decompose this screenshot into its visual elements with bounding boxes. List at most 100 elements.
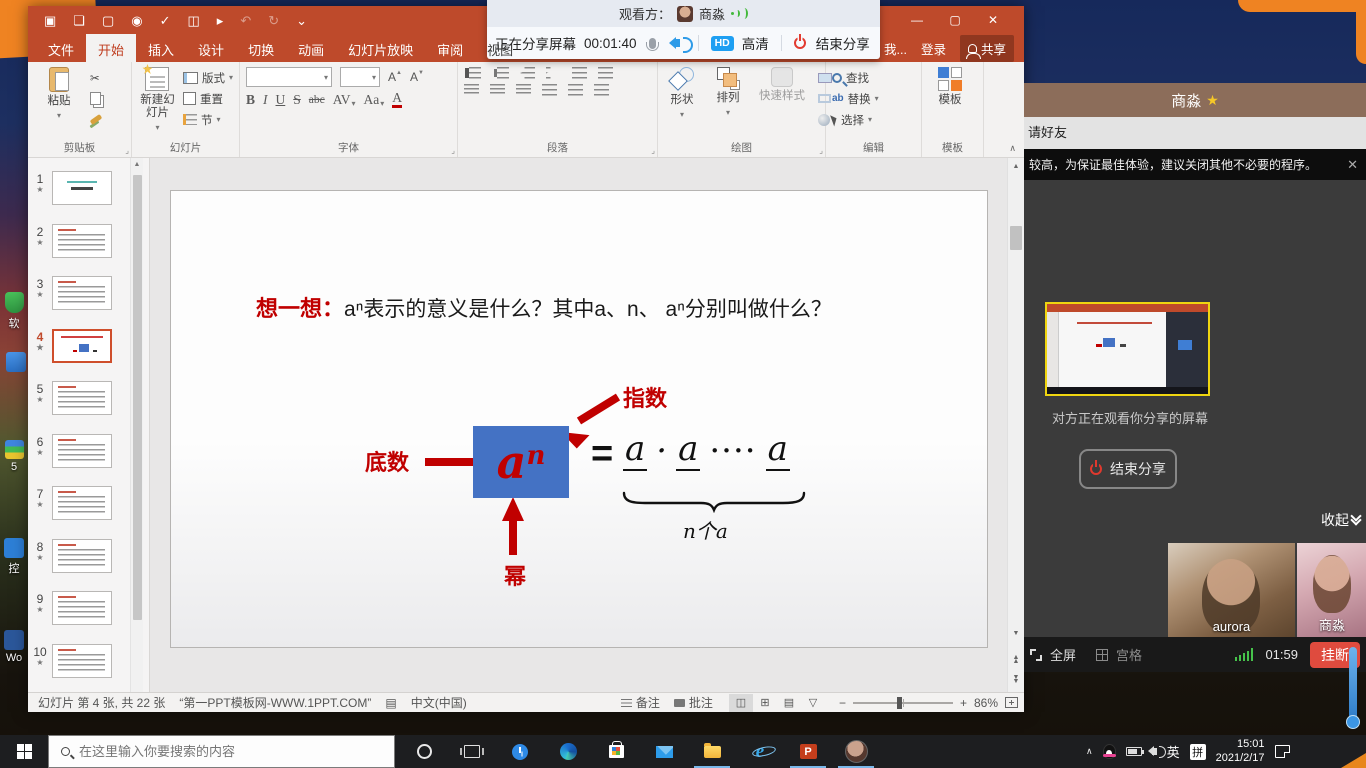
taskbar-clock[interactable]: 15:01 2021/2/17 xyxy=(1216,738,1265,766)
label-power[interactable]: 幂 xyxy=(504,559,526,591)
paste-button[interactable]: 粘贴 ▾ xyxy=(34,67,84,141)
label-base[interactable]: 底数 xyxy=(365,445,409,477)
slide-question-text[interactable]: 想一想：aⁿ表示的意义是什么？其中a、n、 aⁿ分别叫做什么？ xyxy=(256,291,832,323)
previous-slide-button[interactable]: ▲▲ xyxy=(1008,656,1024,664)
slide-thumbnail-image[interactable] xyxy=(52,171,112,205)
arrange-button[interactable]: 排列 ▾ xyxy=(710,67,746,117)
video-tile-shangmiao[interactable]: 商淼 xyxy=(1297,543,1366,637)
customize-qat-icon[interactable]: ⌄ xyxy=(296,14,307,27)
close-notice-icon[interactable]: ✕ xyxy=(1347,157,1358,173)
collapse-ribbon-button[interactable]: ∧ xyxy=(1009,143,1016,154)
slide-thumbnail-image[interactable] xyxy=(52,276,112,310)
minimize-button[interactable]: — xyxy=(898,6,936,34)
dialog-launcher-icon[interactable]: ⌟ xyxy=(651,146,655,155)
equals-sign[interactable]: = xyxy=(591,433,613,476)
tab-review[interactable]: 审阅 xyxy=(425,34,475,62)
numbering-button[interactable] xyxy=(497,67,509,79)
comments-button[interactable]: 批注 xyxy=(674,694,713,711)
microphone-icon[interactable] xyxy=(649,38,656,49)
change-case-button[interactable]: Aa▾ xyxy=(364,92,385,108)
slide-canvas[interactable]: 想一想：aⁿ表示的意义是什么？其中a、n、 aⁿ分别叫做什么？ an 底数 xyxy=(170,190,988,648)
normal-view-button[interactable]: ◫ xyxy=(729,694,753,712)
invite-friends-row[interactable]: 请好友 xyxy=(1024,117,1366,149)
collapse-videos-button[interactable]: 收起 xyxy=(1321,510,1360,530)
grid-view-button[interactable]: 宫格 xyxy=(1116,645,1142,664)
action-center-icon[interactable] xyxy=(1275,745,1290,758)
brace-label[interactable]: n个a xyxy=(683,515,728,544)
align-right-button[interactable] xyxy=(516,84,531,96)
power-expression-box[interactable]: an xyxy=(473,426,569,498)
bold-button[interactable]: B xyxy=(246,92,255,108)
notes-button[interactable]: 备注 xyxy=(621,694,660,711)
share-button[interactable]: 共享 xyxy=(960,35,1014,62)
slide-thumbnail-image[interactable] xyxy=(52,224,112,258)
label-exponent[interactable]: 指数 xyxy=(623,381,667,413)
new-file-icon[interactable]: ▢ xyxy=(102,14,114,27)
align-center-button[interactable] xyxy=(490,84,505,96)
select-button[interactable]: 选择▾ xyxy=(832,111,879,128)
end-share-button-sidebar[interactable]: 结束分享 xyxy=(1079,449,1177,489)
fit-to-window-button[interactable] xyxy=(1005,697,1018,708)
language-indicator[interactable]: 中文(中国) xyxy=(411,694,467,711)
format-painter-button[interactable] xyxy=(90,111,102,128)
justify-button[interactable] xyxy=(542,84,557,96)
taskbar-meeting-app[interactable] xyxy=(834,735,878,768)
ime-language-button[interactable]: 英 xyxy=(1167,742,1180,761)
qq-icon[interactable] xyxy=(1103,744,1116,759)
taskbar-search[interactable] xyxy=(48,735,395,768)
speaker-icon[interactable] xyxy=(674,39,680,47)
redo-icon[interactable]: ↻ xyxy=(268,14,279,27)
slide-thumbnail-image[interactable] xyxy=(52,486,112,520)
next-slide-button[interactable]: ▼▼ xyxy=(1008,676,1024,684)
slideshow-icon[interactable]: ▸ xyxy=(217,14,224,27)
slide-thumbnail-image[interactable] xyxy=(52,644,112,678)
taskbar-store[interactable] xyxy=(594,735,638,768)
slide-thumbnail-image[interactable] xyxy=(52,329,112,363)
tab-insert[interactable]: 插入 xyxy=(136,34,186,62)
increase-indent-button[interactable] xyxy=(546,67,561,79)
text-direction-button[interactable] xyxy=(598,67,613,79)
decrease-indent-button[interactable] xyxy=(520,67,535,79)
print-preview-icon[interactable]: ◫ xyxy=(188,14,200,27)
cut-button[interactable]: ✂ xyxy=(90,69,102,86)
template-button[interactable]: 模板 xyxy=(928,67,972,141)
ime-pinyin-button[interactable]: 拼 xyxy=(1190,744,1206,760)
touch-mode-icon[interactable]: ◉ xyxy=(131,14,142,27)
italic-button[interactable]: I xyxy=(263,92,268,108)
desktop-icon-stack[interactable]: 5 xyxy=(1,440,27,473)
battery-icon[interactable] xyxy=(1126,747,1142,756)
slide-thumbnail-image[interactable] xyxy=(52,381,112,415)
smartart-convert-button[interactable] xyxy=(594,84,609,96)
columns-button[interactable] xyxy=(568,84,583,96)
zoom-slider[interactable] xyxy=(853,702,953,704)
expansion-expression[interactable]: a · a ···· a xyxy=(623,431,790,471)
strikethrough-button[interactable]: S xyxy=(293,92,301,108)
scroll-up-icon[interactable]: ▲ xyxy=(1008,158,1024,175)
grow-font-button[interactable]: A▲ xyxy=(388,70,402,84)
font-size-combo[interactable]: ▾ xyxy=(340,67,380,87)
section-button[interactable]: 节▾ xyxy=(183,111,233,128)
slideshow-view-button[interactable]: ▽ xyxy=(801,694,825,712)
desktop-icon-word[interactable]: Wo xyxy=(1,630,27,664)
align-left-button[interactable] xyxy=(464,84,479,96)
char-spacing-button[interactable]: AV▾ xyxy=(333,92,356,108)
bullets-button[interactable] xyxy=(469,67,481,79)
tab-animations[interactable]: 动画 xyxy=(286,34,336,62)
maximize-button[interactable]: ▢ xyxy=(936,6,974,34)
zoom-level[interactable]: 86% xyxy=(974,696,998,710)
font-color-button[interactable]: A xyxy=(392,92,402,107)
editor-scrollbar[interactable]: ▲ ▼ ▲▲ ▼▼ xyxy=(1007,158,1024,692)
zoom-in-button[interactable]: + xyxy=(960,696,967,710)
video-tile-aurora[interactable]: aurora xyxy=(1168,543,1295,637)
spell-check-icon[interactable]: ✓ xyxy=(160,14,171,27)
taskbar-cortana[interactable] xyxy=(402,735,446,768)
hd-label[interactable]: 高清 xyxy=(742,33,769,53)
zoom-slider-thumb[interactable] xyxy=(897,697,902,709)
dialog-launcher-icon[interactable]: ⌟ xyxy=(125,146,129,155)
save-icon[interactable]: ▣ xyxy=(44,14,56,27)
annotation-slider[interactable] xyxy=(1349,647,1357,722)
slide-thumbnail-image[interactable] xyxy=(52,591,112,625)
close-button[interactable]: ✕ xyxy=(974,6,1012,34)
new-slide-button[interactable]: 新建幻灯片 ▾ xyxy=(138,67,177,141)
slide-sorter-view-button[interactable]: ⊞ xyxy=(753,694,777,712)
